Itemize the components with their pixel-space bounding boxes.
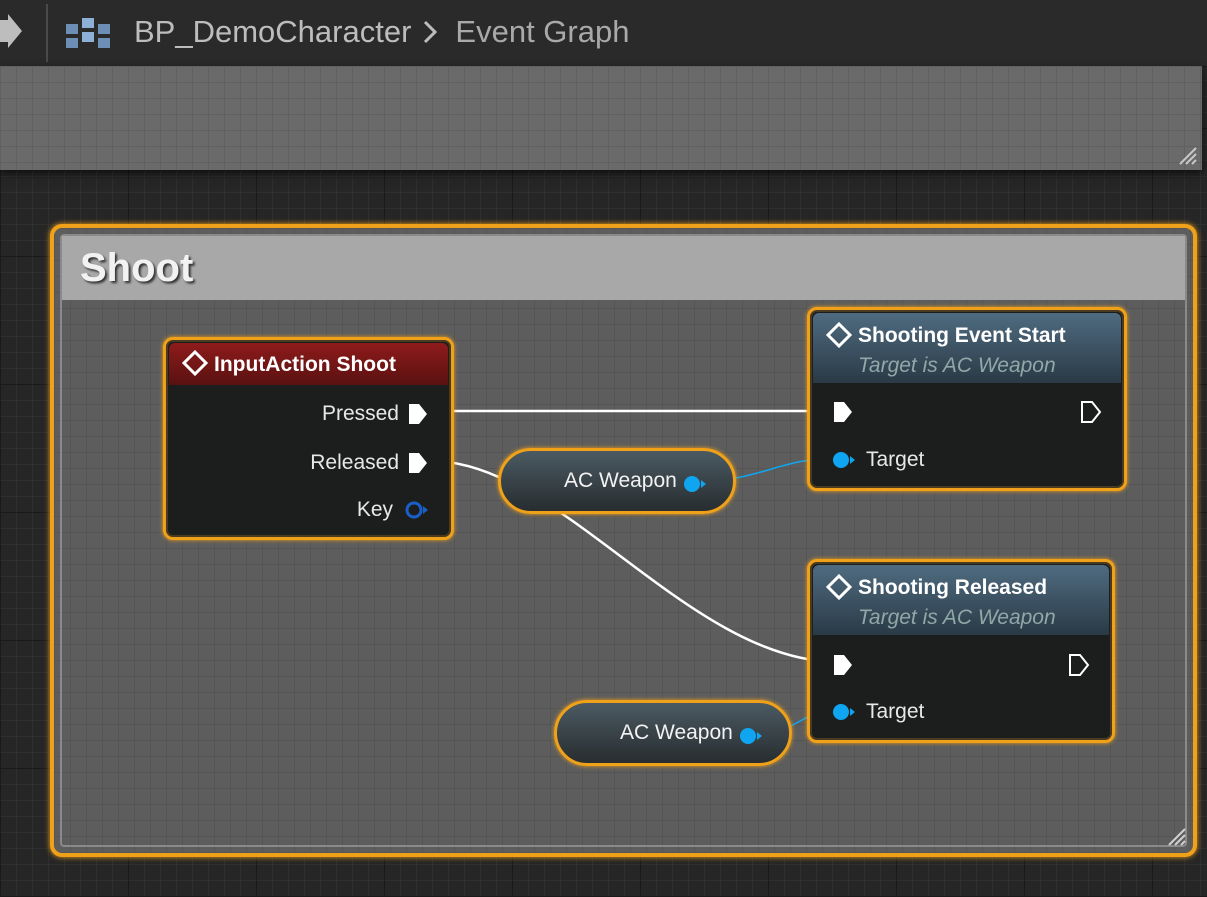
- pin-label-key: Key: [356, 498, 393, 521]
- toolbar-divider: [46, 4, 48, 62]
- object-pin-icon[interactable]: [739, 726, 763, 746]
- arrow-right-icon[interactable]: [0, 14, 24, 48]
- comment-title: Shoot: [80, 246, 194, 290]
- resize-grip-icon[interactable]: [1163, 823, 1187, 847]
- resize-grip-icon[interactable]: [1174, 142, 1198, 166]
- node-inputaction-shoot[interactable]: InputAction Shoot Pressed Released Key: [163, 337, 454, 540]
- exec-in-pin[interactable]: [832, 400, 854, 424]
- exec-out-pin[interactable]: [1080, 400, 1102, 424]
- chevron-right-icon: [424, 20, 438, 44]
- exec-in-pin[interactable]: [832, 653, 854, 677]
- pin-label-target: Target: [866, 448, 925, 471]
- variable-node-ac-weapon[interactable]: AC Weapon: [554, 700, 792, 766]
- node-title: InputAction Shoot: [214, 353, 396, 376]
- breadcrumb-blueprint[interactable]: BP_DemoCharacter: [134, 14, 411, 50]
- node-shooting-released[interactable]: Shooting Released Target is AC Weapon Ta…: [807, 559, 1115, 743]
- variable-node-ac-weapon[interactable]: AC Weapon: [498, 448, 736, 514]
- node-subtitle: Target is AC Weapon: [858, 354, 1056, 377]
- exec-pin-released[interactable]: [407, 451, 429, 475]
- pin-label-pressed: Pressed: [321, 402, 399, 425]
- pin-label-released: Released: [310, 451, 399, 474]
- variable-label: AC Weapon: [620, 721, 733, 744]
- object-pin-icon[interactable]: [683, 474, 707, 494]
- exec-out-pin[interactable]: [1068, 653, 1090, 677]
- graph-toolbar: BP_DemoCharacter Event Graph: [0, 0, 1207, 67]
- key-pin-icon[interactable]: [405, 500, 429, 520]
- event-diamond-icon: [182, 350, 208, 376]
- pin-label-target: Target: [866, 700, 925, 723]
- object-pin-icon[interactable]: [832, 450, 856, 470]
- node-title: Shooting Event Start: [858, 324, 1066, 347]
- node-title: Shooting Released: [858, 576, 1048, 599]
- blueprint-icon: [66, 18, 110, 48]
- function-diamond-icon: [826, 574, 852, 600]
- breadcrumb: BP_DemoCharacter Event Graph: [134, 12, 629, 52]
- node-subtitle: Target is AC Weapon: [858, 606, 1056, 629]
- function-diamond-icon: [826, 322, 852, 348]
- object-pin-icon[interactable]: [832, 702, 856, 722]
- node-shooting-event-start[interactable]: Shooting Event Start Target is AC Weapon…: [807, 307, 1127, 491]
- graph-overlay-panel: [0, 66, 1202, 170]
- variable-label: AC Weapon: [564, 469, 677, 492]
- breadcrumb-graph[interactable]: Event Graph: [455, 14, 629, 50]
- exec-pin-pressed[interactable]: [407, 402, 429, 426]
- comment-title-bar[interactable]: Shoot: [62, 236, 1185, 300]
